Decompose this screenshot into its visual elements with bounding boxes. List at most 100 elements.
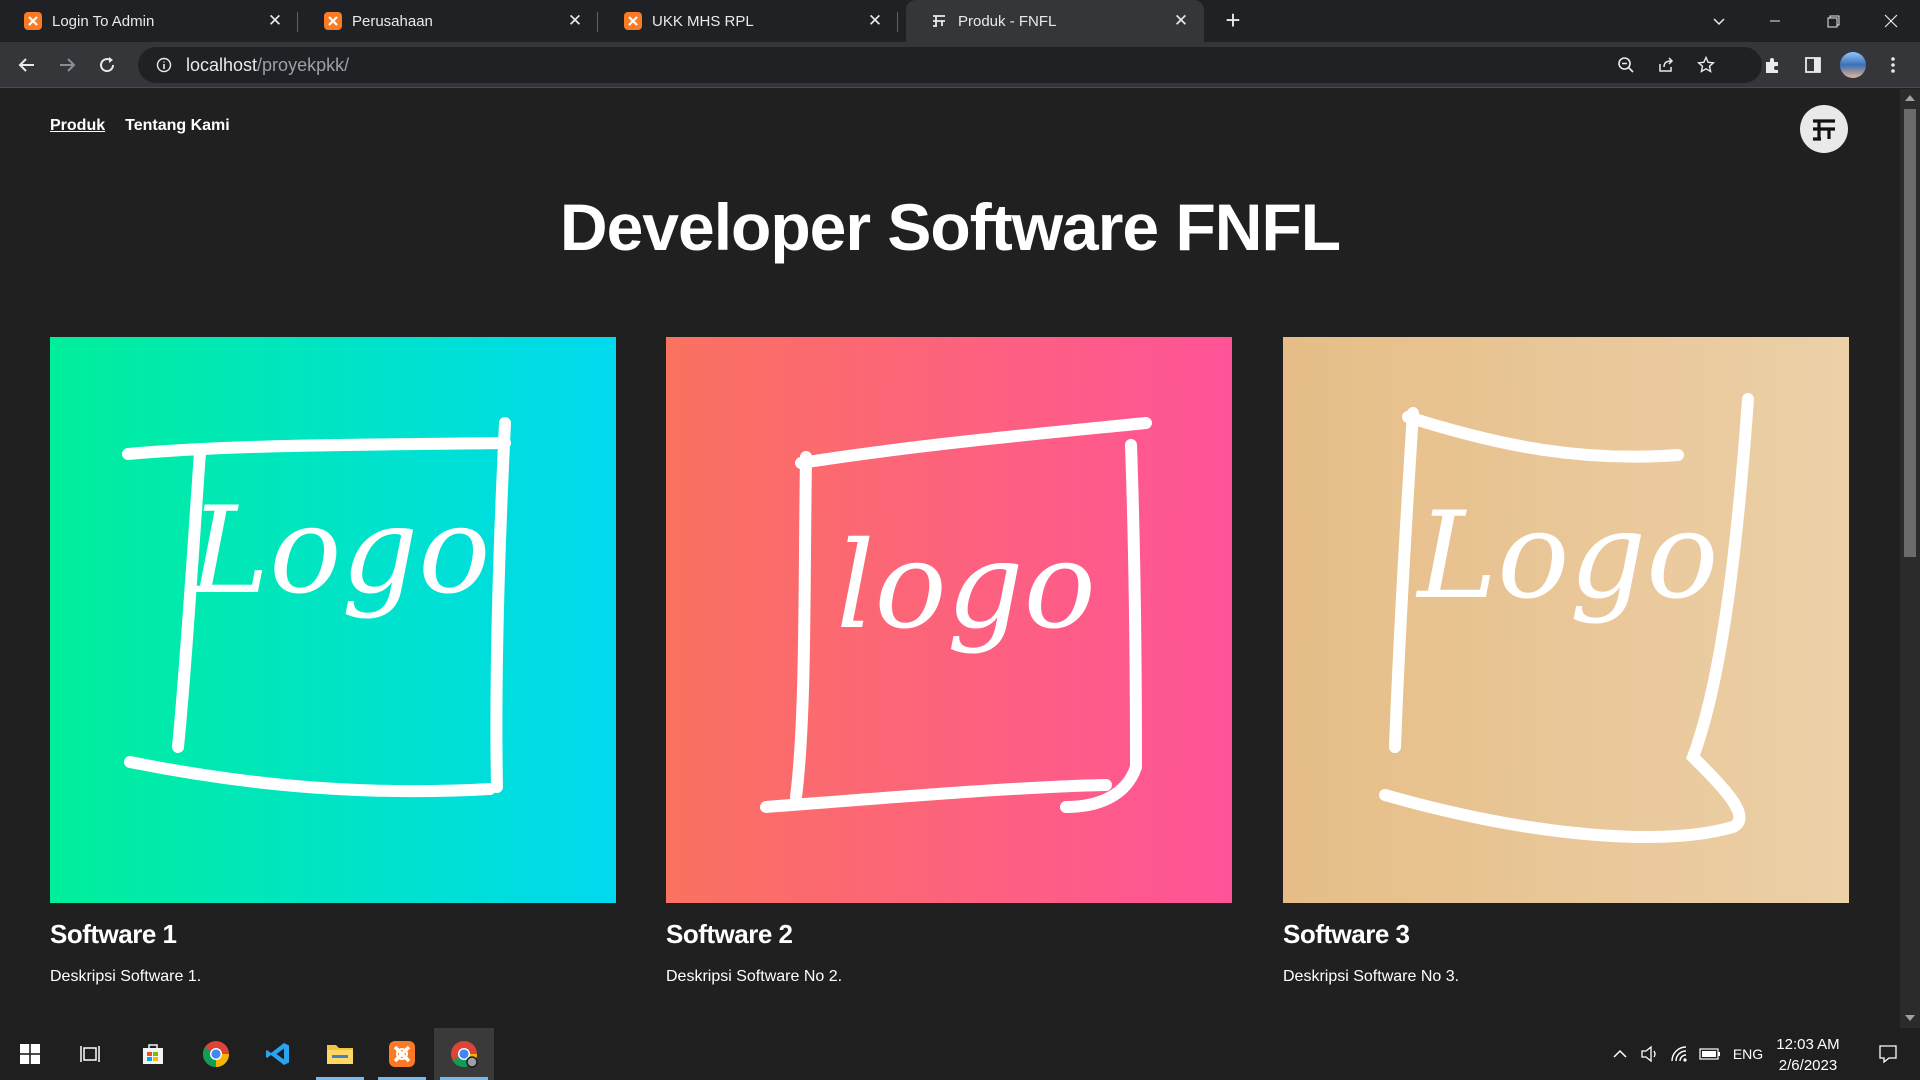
side-panel-icon <box>1805 57 1821 73</box>
battery-button[interactable] <box>1696 1028 1724 1080</box>
xampp-icon <box>24 12 42 30</box>
start-icon <box>20 1044 40 1064</box>
language-indicator[interactable]: ENG <box>1728 1028 1768 1080</box>
scroll-down-arrow-icon[interactable] <box>1905 1015 1915 1021</box>
kebab-menu-icon <box>1891 57 1895 73</box>
close-icon[interactable]: ✕ <box>566 11 584 30</box>
tab-perusahaan[interactable]: Perusahaan ✕ <box>300 0 598 42</box>
card-title: Software 3 <box>1283 919 1410 949</box>
page-viewport: Produk Tentang Kami Developer Software F… <box>0 89 1900 1028</box>
menu-button[interactable] <box>1878 50 1908 80</box>
share-button[interactable] <box>1650 47 1682 83</box>
minimize-button[interactable] <box>1752 0 1798 42</box>
nav-link-produk[interactable]: Produk <box>50 117 105 135</box>
clock-date: 2/6/2023 <box>1778 1057 1838 1074</box>
card-description: Deskripsi Software No 3. <box>1283 968 1460 985</box>
product-card-software-1[interactable]: Logo Software 1 Deskripsi Software 1. <box>50 337 616 986</box>
product-card-software-3[interactable]: Logo Software 3 Deskripsi Software No 3. <box>1283 337 1849 986</box>
forward-button[interactable] <box>52 50 82 80</box>
vscode-icon <box>266 1043 289 1065</box>
xampp-icon <box>324 12 342 30</box>
close-icon[interactable]: ✕ <box>866 11 884 30</box>
scroll-thumb[interactable] <box>1904 109 1916 557</box>
card-title: Software 2 <box>666 919 793 949</box>
taskbar-file-explorer[interactable] <box>310 1028 370 1080</box>
fnfl-icon <box>930 12 948 30</box>
tab-title: UKK MHS RPL <box>652 12 754 30</box>
fnfl-logo-icon <box>1813 119 1835 141</box>
tab-title: Perusahaan <box>352 12 433 30</box>
notification-icon <box>1879 1045 1897 1064</box>
reload-button[interactable] <box>92 50 122 80</box>
tab-separator <box>897 12 898 32</box>
url-path: /proyekpkk/ <box>257 54 350 75</box>
store-icon <box>143 1044 163 1064</box>
system-clock[interactable]: 12:03 AM 2/6/2023 <box>1766 1034 1850 1076</box>
restore-button[interactable] <box>1810 0 1856 42</box>
tab-title: Produk - FNFL <box>958 12 1057 30</box>
network-button[interactable] <box>1666 1028 1694 1080</box>
arrow-right-icon <box>60 58 76 72</box>
product-card-software-2[interactable]: logo Software 2 Deskripsi Software No 2. <box>666 337 1232 986</box>
xampp-icon <box>624 12 642 30</box>
product-image: Logo <box>1283 337 1849 903</box>
chevron-up-icon <box>1613 1049 1627 1058</box>
taskbar-xampp[interactable] <box>372 1028 432 1080</box>
wifi-icon <box>1671 1046 1687 1062</box>
taskbar-store[interactable] <box>123 1028 183 1080</box>
clock-time: 12:03 AM <box>1776 1036 1840 1053</box>
image-logo-text: Logo <box>188 482 491 621</box>
back-button[interactable] <box>12 50 42 80</box>
site-logo[interactable] <box>1800 105 1848 153</box>
browser-toolbar: localhost/proyekpkk/ <box>0 42 1920 88</box>
close-icon[interactable]: ✕ <box>266 11 284 30</box>
card-description: Deskripsi Software 1. <box>50 968 202 985</box>
battery-icon <box>1699 1048 1720 1060</box>
speaker-icon <box>1641 1045 1656 1063</box>
page-scrollbar[interactable] <box>1900 89 1920 1028</box>
scroll-up-arrow-icon[interactable] <box>1905 95 1915 101</box>
tab-strip: Login To Admin ✕ Perusahaan ✕ UKK MHS RP… <box>0 0 1920 42</box>
image-logo-text: Logo <box>1416 487 1719 626</box>
bookmark-button[interactable] <box>1690 47 1722 83</box>
zoom-out-icon <box>1618 57 1634 73</box>
tab-produk-fnfl[interactable]: Produk - FNFL ✕ <box>906 0 1204 42</box>
chrome-icon <box>202 1041 230 1068</box>
avatar <box>1840 52 1866 78</box>
image-logo-text: logo <box>836 517 1096 656</box>
task-view-button[interactable] <box>60 1028 120 1080</box>
chevron-down-icon <box>1713 18 1725 26</box>
task-view-icon <box>80 1046 100 1062</box>
star-icon <box>1697 56 1715 73</box>
minimize-icon <box>1770 20 1780 22</box>
tab-login-to-admin[interactable]: Login To Admin ✕ <box>0 0 298 42</box>
new-tab-button[interactable]: + <box>1220 7 1246 34</box>
close-window-button[interactable] <box>1868 0 1914 42</box>
product-image: logo <box>666 337 1232 903</box>
url-host: localhost <box>186 54 258 75</box>
address-bar[interactable]: localhost/proyekpkk/ <box>138 47 1762 83</box>
share-icon <box>1659 57 1674 72</box>
windows-taskbar: ENG 12:03 AM 2/6/2023 <box>0 1028 1920 1080</box>
tab-ukk-mhs-rpl[interactable]: UKK MHS RPL ✕ <box>600 0 898 42</box>
start-button[interactable] <box>0 1028 60 1080</box>
notifications-button[interactable] <box>1864 1028 1912 1080</box>
tab-separator <box>297 12 298 32</box>
taskbar-vscode[interactable] <box>248 1028 308 1080</box>
close-icon[interactable]: ✕ <box>1172 11 1190 30</box>
volume-button[interactable] <box>1636 1028 1664 1080</box>
show-hidden-icons-button[interactable] <box>1606 1028 1634 1080</box>
nav-link-tentang-kami[interactable]: Tentang Kami <box>125 117 230 135</box>
puzzle-icon <box>1766 58 1778 73</box>
taskbar-chrome[interactable] <box>186 1028 246 1080</box>
site-nav: Produk Tentang Kami <box>50 117 230 135</box>
side-panel-button[interactable] <box>1798 50 1828 80</box>
profile-button[interactable] <box>1838 50 1868 80</box>
extensions-button[interactable] <box>1758 50 1788 80</box>
reload-icon <box>100 57 115 73</box>
restore-icon <box>1827 15 1839 27</box>
tab-search-button[interactable] <box>1696 0 1742 42</box>
xampp-icon <box>389 1041 415 1067</box>
zoom-button[interactable] <box>1610 47 1642 83</box>
taskbar-chrome-profile[interactable] <box>434 1028 494 1080</box>
